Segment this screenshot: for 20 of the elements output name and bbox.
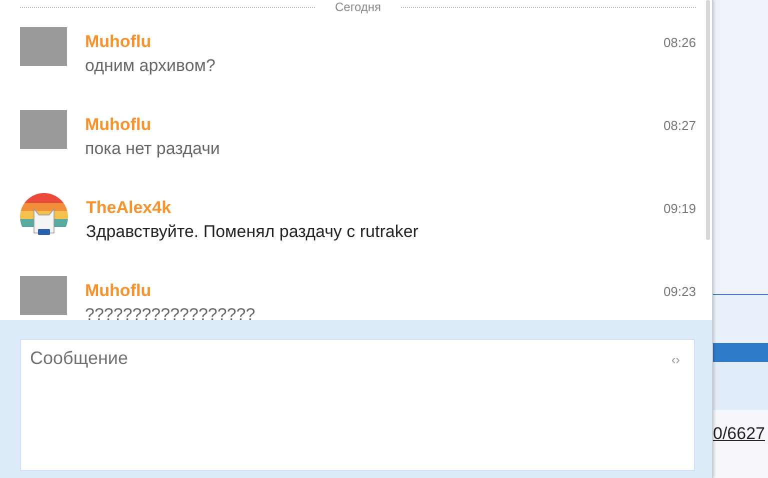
message-text: Здравствуйте. Поменял раздачу с rutraker (86, 222, 420, 242)
message-input[interactable]: Сообщение ‹› (20, 339, 695, 471)
message-time: 08:27 (663, 118, 696, 133)
message-time: 09:19 (663, 201, 696, 216)
author-name[interactable]: TheAlex4k (86, 198, 172, 218)
message-text: ?????????????????? (85, 305, 256, 320)
message-text: одним архивом? (85, 56, 216, 76)
scrollbar[interactable] (706, 0, 710, 240)
message-time: 08:26 (663, 35, 696, 50)
message-text: пока нет раздачи (85, 139, 221, 159)
date-divider: Сегодня (334, 0, 382, 14)
code-toggle-button[interactable]: ‹› (671, 348, 680, 367)
avatar-photo-placeholder (20, 276, 67, 315)
navigation-bar (713, 343, 768, 362)
author-name[interactable]: Muhoflu (85, 281, 152, 301)
avatar-photo-placeholder (20, 27, 67, 66)
avatar-photo-placeholder (20, 110, 67, 149)
author-name[interactable]: Muhoflu (85, 32, 152, 52)
message-time: 09:23 (663, 284, 696, 299)
author-name[interactable]: Muhoflu (85, 115, 152, 135)
